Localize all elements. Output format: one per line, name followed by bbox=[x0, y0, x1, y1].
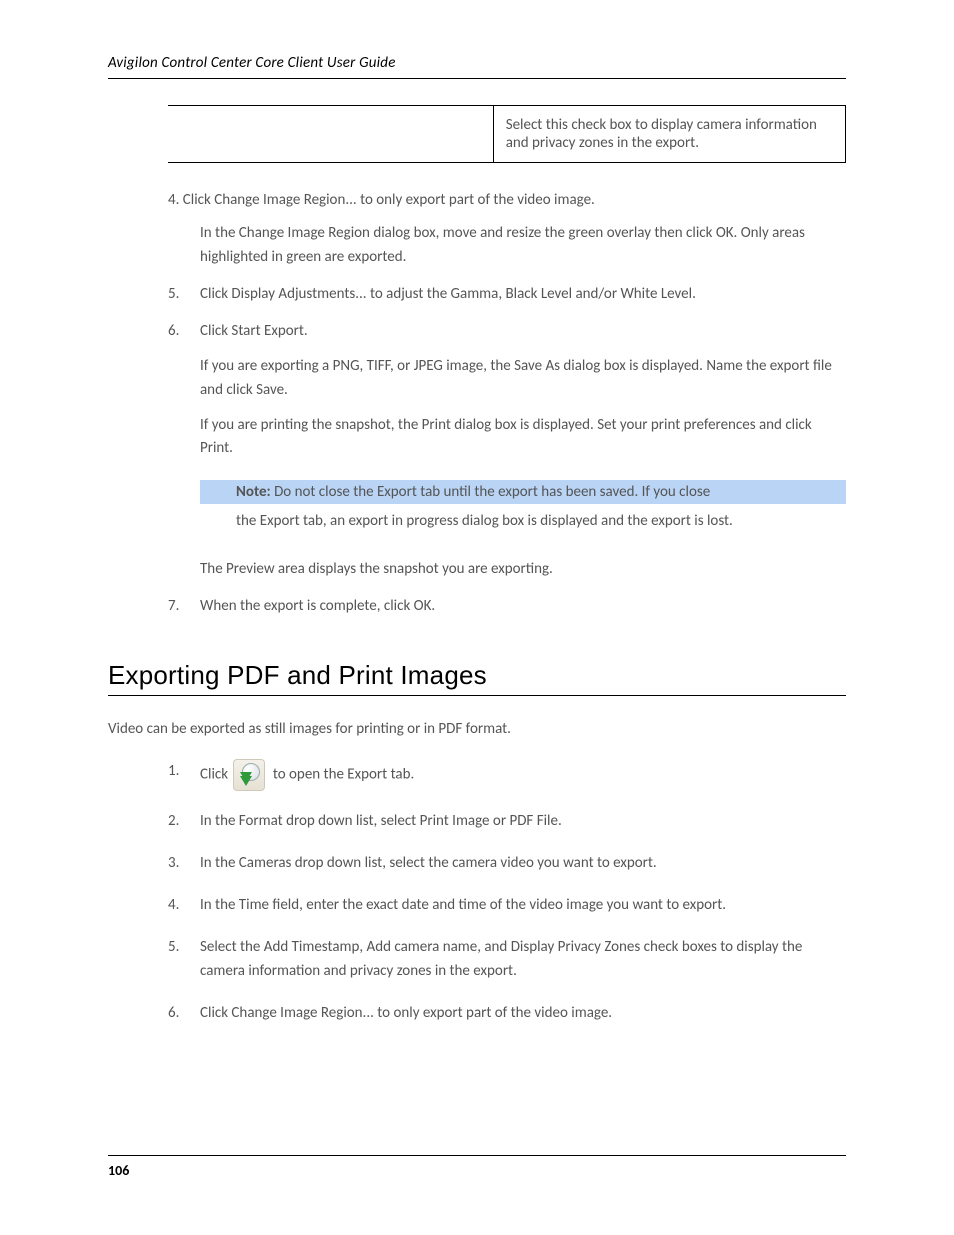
step-6: 6. Click Start Export. If you are export… bbox=[168, 320, 846, 460]
after-step6: The Preview area displays the snapshot y… bbox=[200, 558, 846, 581]
step-5: 5. Click Display Adjustments... to adjus… bbox=[168, 283, 846, 306]
pdf-step-5-num: 5. bbox=[168, 935, 200, 983]
note: Note: Do not close the Export tab until … bbox=[200, 480, 846, 539]
step-7-num: 7. bbox=[168, 595, 200, 618]
step-4: 4. Click Change Image Region... to only … bbox=[168, 189, 846, 212]
pdf-step-1-pre: Click bbox=[200, 766, 231, 784]
pdf-step-1-post: to open the Export tab. bbox=[273, 766, 414, 784]
pdf-step-6: 6. Click Change Image Region... to only … bbox=[168, 1001, 846, 1025]
pdf-step-5: 5. Select the Add Timestamp, Add camera … bbox=[168, 935, 846, 983]
pdf-step-2: 2. In the Format drop down list, select … bbox=[168, 809, 846, 833]
pdf-step-4-text: In the Time field, enter the exact date … bbox=[200, 893, 846, 917]
option-name-cell bbox=[168, 106, 493, 163]
step-6c: If you are printing the snapshot, the Pr… bbox=[200, 414, 846, 461]
options-table: Select this check box to display camera … bbox=[168, 105, 846, 163]
step-4-cont-text: In the Change Image Region dialog box, m… bbox=[200, 224, 805, 265]
pdf-intro: Video can be exported as still images fo… bbox=[108, 718, 846, 741]
step-4-text: 4. Click Change Image Region... to only … bbox=[168, 191, 595, 209]
step-7: 7. When the export is complete, click OK… bbox=[168, 595, 846, 618]
step-6-text: Click Start Export. If you are exporting… bbox=[200, 320, 846, 460]
pdf-step-1: 1. Click to open the Export tab. bbox=[168, 759, 846, 791]
step-7-text: When the export is complete, click OK. bbox=[200, 595, 846, 618]
page: Avigilon Control Center Core Client User… bbox=[0, 0, 954, 1235]
note-body: the Export tab, an export in progress di… bbox=[200, 504, 846, 539]
step-5-text: Click Display Adjustments... to adjust t… bbox=[200, 283, 846, 306]
pdf-step-2-num: 2. bbox=[168, 809, 200, 833]
table-row: Select this check box to display camera … bbox=[168, 106, 846, 163]
pdf-step-2-text: In the Format drop down list, select Pri… bbox=[200, 809, 846, 833]
pdf-step-3: 3. In the Cameras drop down list, select… bbox=[168, 851, 846, 875]
step-6-num: 6. bbox=[168, 320, 200, 460]
pdf-step-1-text: Click to open the Export tab. bbox=[200, 759, 846, 791]
note-header: Note: Do not close the Export tab until … bbox=[200, 480, 846, 504]
footer: 106 bbox=[108, 1155, 846, 1179]
note-head-text: Do not close the Export tab until the ex… bbox=[274, 483, 710, 501]
content: Select this check box to display camera … bbox=[108, 105, 846, 1025]
pdf-step-3-text: In the Cameras drop down list, select th… bbox=[200, 851, 846, 875]
section-heading: Exporting PDF and Print Images bbox=[108, 660, 846, 696]
step-5-num: 5. bbox=[168, 283, 200, 306]
page-number: 106 bbox=[108, 1162, 129, 1179]
export-icon bbox=[233, 759, 265, 791]
pdf-step-6-text: Click Change Image Region... to only exp… bbox=[200, 1001, 846, 1025]
step-6a: Click Start Export. bbox=[200, 320, 846, 343]
pdf-step-4-num: 4. bbox=[168, 893, 200, 917]
running-header: Avigilon Control Center Core Client User… bbox=[108, 54, 846, 79]
option-desc-cell: Select this check box to display camera … bbox=[493, 106, 845, 163]
step-4-cont: In the Change Image Region dialog box, m… bbox=[200, 222, 846, 269]
pdf-step-6-num: 6. bbox=[168, 1001, 200, 1025]
pdf-step-4: 4. In the Time field, enter the exact da… bbox=[168, 893, 846, 917]
step-6b: If you are exporting a PNG, TIFF, or JPE… bbox=[200, 355, 846, 402]
pdf-step-3-num: 3. bbox=[168, 851, 200, 875]
pdf-step-1-num: 1. bbox=[168, 759, 200, 791]
note-label: Note: bbox=[236, 483, 271, 501]
pdf-step-5-text: Select the Add Timestamp, Add camera nam… bbox=[200, 935, 846, 983]
